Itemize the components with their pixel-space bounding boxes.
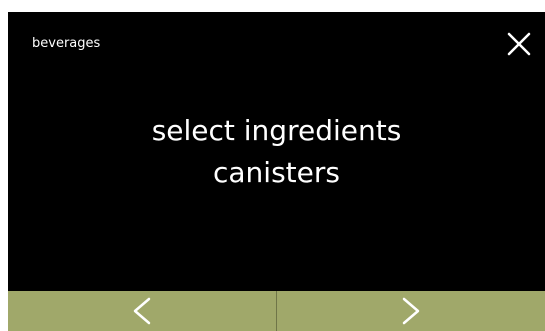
- close-button[interactable]: [503, 28, 535, 60]
- chevron-left-icon: [133, 297, 151, 325]
- chevron-right-icon: [402, 297, 420, 325]
- navigation-bar: [8, 291, 545, 331]
- previous-button[interactable]: [8, 291, 276, 331]
- close-icon: [507, 32, 531, 56]
- message-line-2: canisters: [213, 156, 340, 189]
- instruction-message: select ingredients canisters: [8, 110, 545, 194]
- page-title: beverages: [32, 36, 101, 51]
- message-line-1: select ingredients: [151, 114, 402, 147]
- screen: beverages select ingredients canisters: [8, 12, 545, 331]
- next-button[interactable]: [276, 291, 545, 331]
